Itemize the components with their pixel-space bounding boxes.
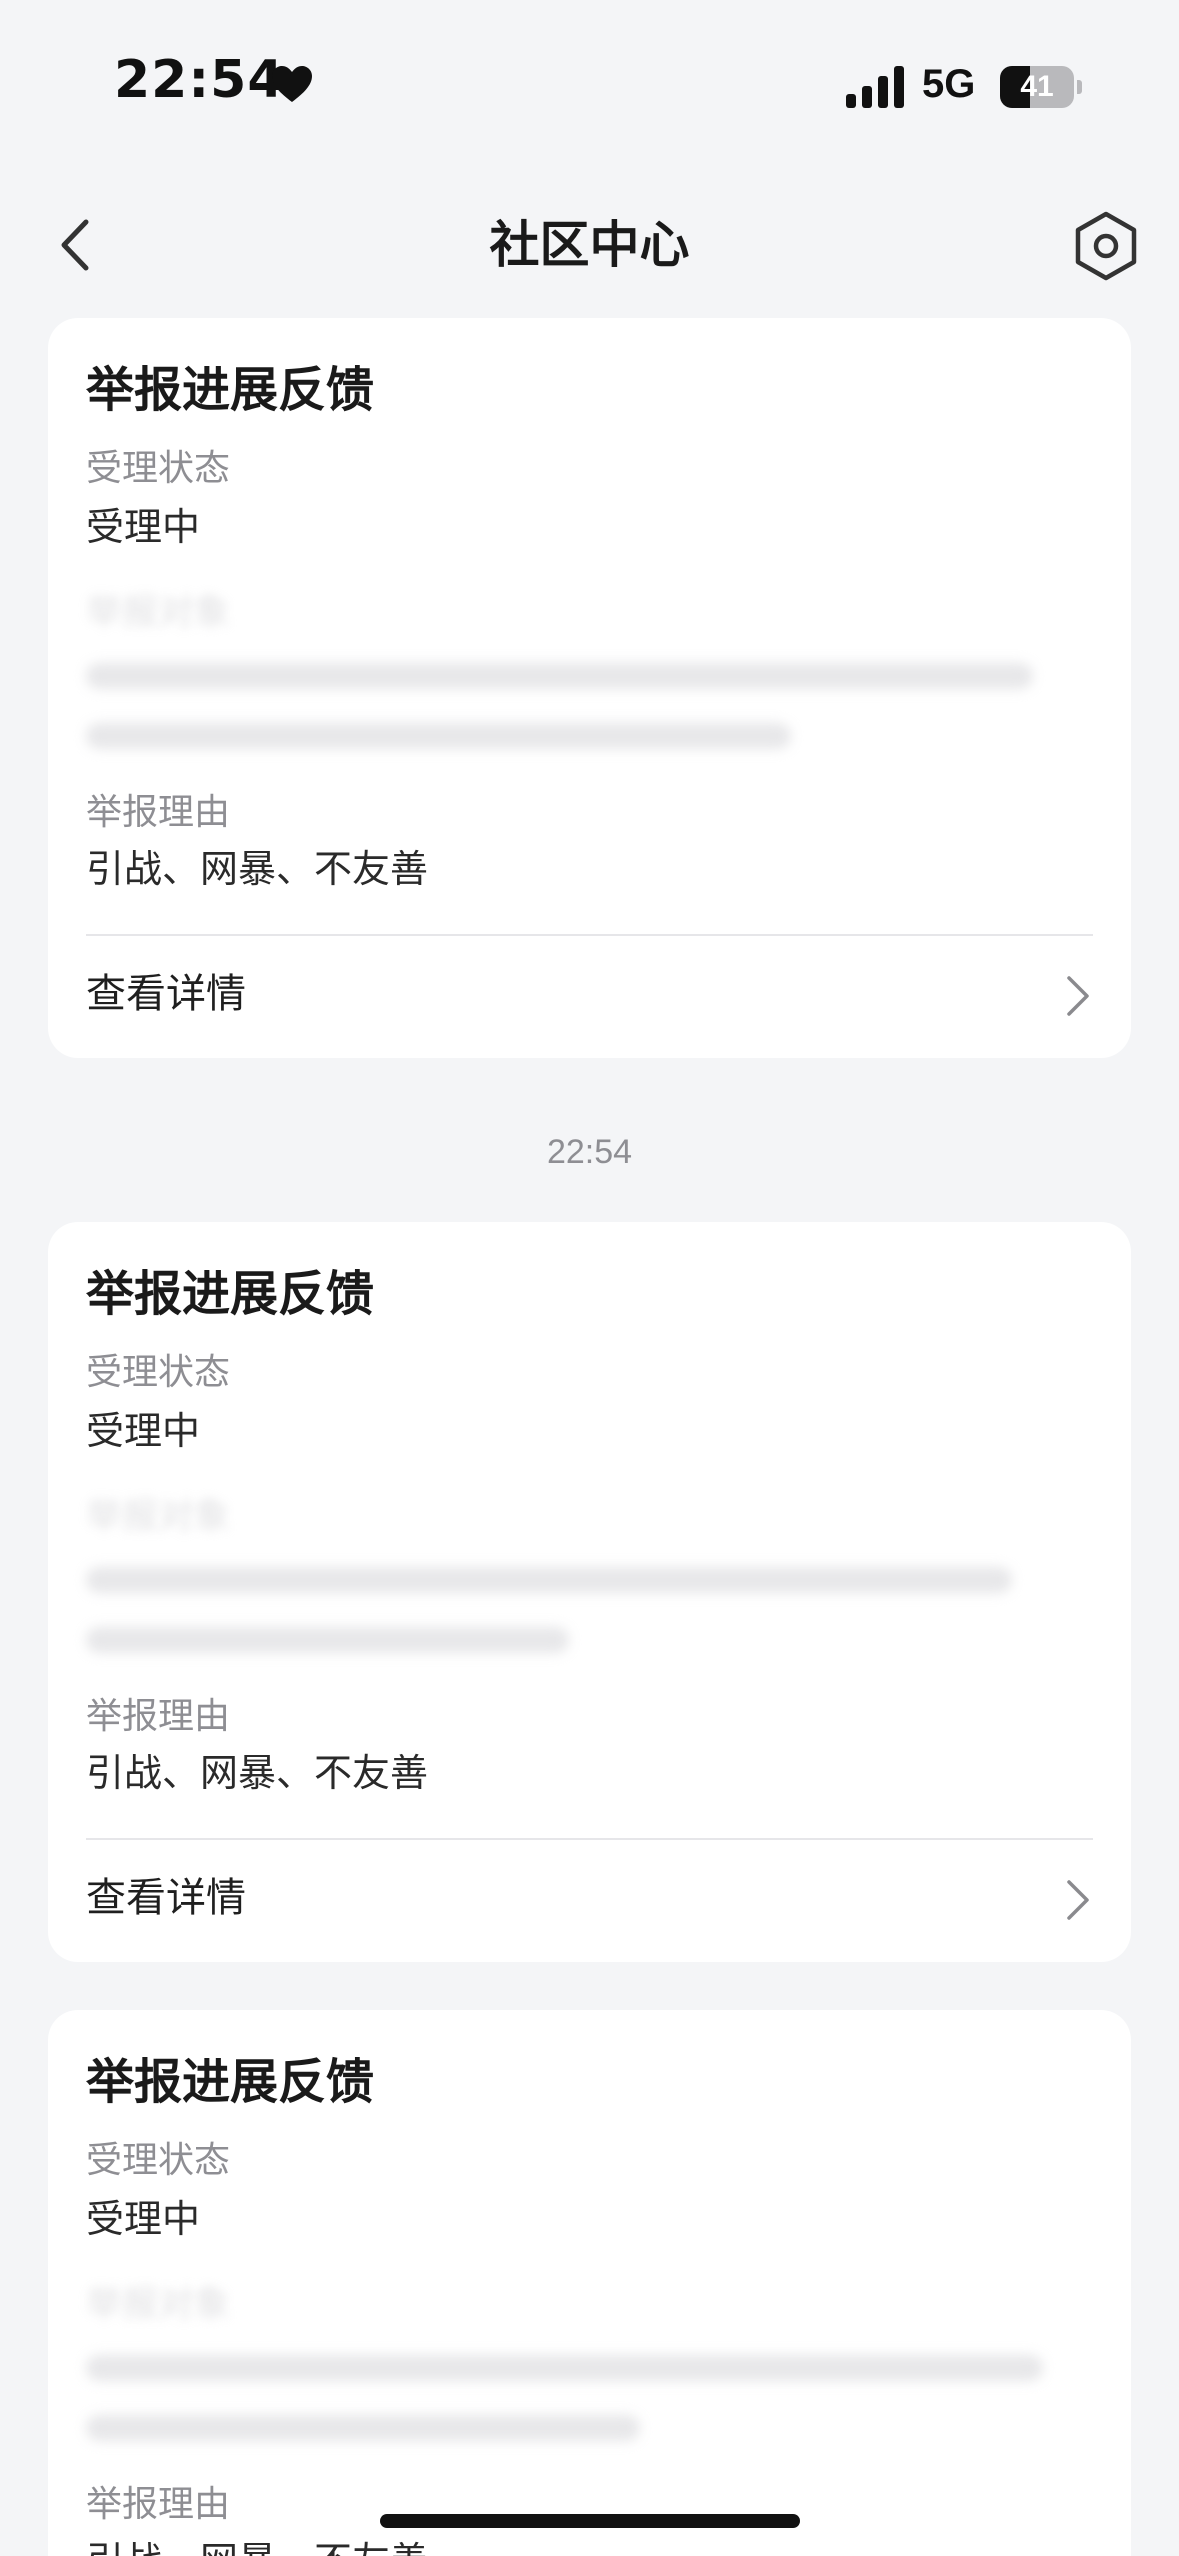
page-title: 社区中心	[489, 216, 690, 274]
chevron-right-icon	[1067, 976, 1089, 1016]
view-details-label: 查看详情	[86, 971, 246, 1017]
status-value: 受理中	[86, 505, 201, 549]
view-details-row[interactable]: 查看详情	[48, 1840, 1131, 1960]
heart-icon	[272, 66, 312, 102]
battery-icon: 41	[1000, 66, 1082, 108]
settings-icon	[1075, 211, 1137, 281]
reason-value: 引战、网暴、不友善	[86, 847, 429, 891]
report-card: 举报进展反馈 受理状态 受理中 举报对象 举报理由 引战、网暴、不友善 查看详情	[48, 318, 1131, 1058]
reason-label: 举报理由	[86, 792, 231, 833]
battery-level: 41	[1020, 70, 1054, 103]
battery-body: 41	[1000, 66, 1074, 108]
screen: 22:54 5G 41 社区中心 举报进展反馈 受理状态 受理中 举报对象 举报…	[0, 0, 1179, 2556]
card-title: 举报进展反馈	[86, 2054, 375, 2110]
reason-label: 举报理由	[86, 2484, 231, 2525]
nav-bar: 社区中心	[0, 190, 1179, 300]
battery-nub	[1077, 80, 1082, 94]
view-details-label: 查看详情	[86, 1875, 246, 1921]
report-card: 举报进展反馈 受理状态 受理中 举报对象 举报理由 引战、网暴、不友善 查看详情	[48, 1222, 1131, 1962]
report-card: 举报进展反馈 受理状态 受理中 举报对象 举报理由 引战、网暴、不友善	[48, 2010, 1131, 2556]
status-bar: 22:54 5G 41	[0, 0, 1179, 170]
message-timestamp: 22:54	[546, 1133, 633, 1171]
target-content-redacted	[86, 2338, 1093, 2468]
network-label: 5G	[922, 62, 976, 106]
signal-icon	[846, 66, 904, 108]
chevron-right-icon	[1067, 1880, 1089, 1920]
status-label: 受理状态	[86, 448, 231, 489]
reason-label: 举报理由	[86, 1696, 231, 1737]
view-details-row[interactable]: 查看详情	[48, 936, 1131, 1056]
target-content-redacted	[86, 1550, 1093, 1680]
target-label: 举报对象	[86, 592, 231, 633]
card-title: 举报进展反馈	[86, 1266, 375, 1322]
reason-value: 引战、网暴、不友善	[86, 2534, 428, 2556]
settings-button[interactable]	[1068, 208, 1144, 284]
card-title: 举报进展反馈	[86, 362, 375, 418]
status-value: 受理中	[86, 1409, 201, 1453]
status-value: 受理中	[86, 2197, 201, 2241]
target-content-redacted	[86, 646, 1093, 776]
home-indicator[interactable]	[380, 2514, 800, 2528]
status-label: 受理状态	[86, 2140, 231, 2181]
status-time: 22:54	[114, 50, 285, 110]
target-label: 举报对象	[86, 2284, 231, 2325]
target-label: 举报对象	[86, 1496, 231, 1537]
reason-value: 引战、网暴、不友善	[86, 1751, 429, 1795]
status-label: 受理状态	[86, 1352, 231, 1393]
